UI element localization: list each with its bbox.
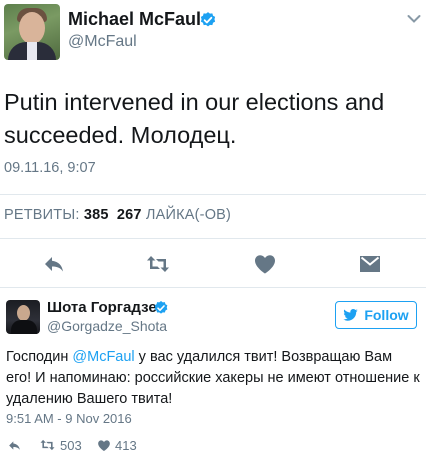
like-action[interactable]: 413 — [97, 437, 137, 453]
chevron-down-icon[interactable] — [407, 14, 421, 24]
retweets-count[interactable]: 385 — [84, 207, 109, 223]
divider — [0, 238, 426, 239]
reply-timestamp[interactable]: 9:51 AM - 9 Nov 2016 — [6, 411, 132, 426]
retweet-action[interactable]: 503 — [39, 437, 82, 453]
reply-author-handle[interactable]: @Gorgadze_Shota — [47, 318, 167, 334]
retweet-count: 503 — [60, 437, 82, 453]
like-icon[interactable] — [97, 439, 111, 452]
verified-badge-icon — [200, 12, 216, 27]
message-icon[interactable] — [358, 253, 382, 275]
follow-button[interactable]: Follow — [335, 301, 417, 329]
mention-link[interactable]: @McFaul — [72, 349, 134, 365]
author-avatar[interactable] — [4, 4, 60, 60]
tweet-timestamp[interactable]: 09.11.16, 9:07 — [4, 160, 96, 176]
tweet-stats: РЕТВИТЫ: 385 267 ЛАЙКА(-ОВ) — [4, 207, 231, 223]
text-segment: Господин — [6, 349, 73, 365]
likes-count[interactable]: 267 — [117, 207, 142, 223]
reply-tweet-text: Господин @McFaul у вас удалился твит! Во… — [6, 347, 420, 410]
reply-author-name[interactable]: Шота Горгадзе — [47, 299, 157, 316]
likes-label: ЛАЙКА(-ОВ) — [145, 207, 232, 223]
verified-badge-icon — [154, 301, 168, 314]
retweet-icon[interactable] — [146, 253, 170, 275]
retweets-label: РЕТВИТЫ: — [4, 207, 80, 223]
tweet-text: Putin intervened in our elections and su… — [4, 89, 385, 148]
twitter-bird-icon — [343, 309, 359, 321]
divider — [0, 194, 426, 195]
reply-action[interactable] — [7, 437, 22, 453]
reply-author-avatar[interactable] — [6, 300, 40, 334]
like-icon[interactable] — [253, 253, 277, 275]
reply-icon[interactable] — [42, 253, 66, 275]
like-count: 413 — [115, 437, 137, 453]
author-handle[interactable]: @McFaul — [68, 33, 137, 51]
reply-icon[interactable] — [7, 439, 22, 452]
author-name[interactable]: Michael McFaul — [68, 9, 201, 30]
retweet-icon[interactable] — [39, 438, 56, 452]
divider — [0, 287, 426, 288]
follow-label: Follow — [364, 307, 409, 323]
